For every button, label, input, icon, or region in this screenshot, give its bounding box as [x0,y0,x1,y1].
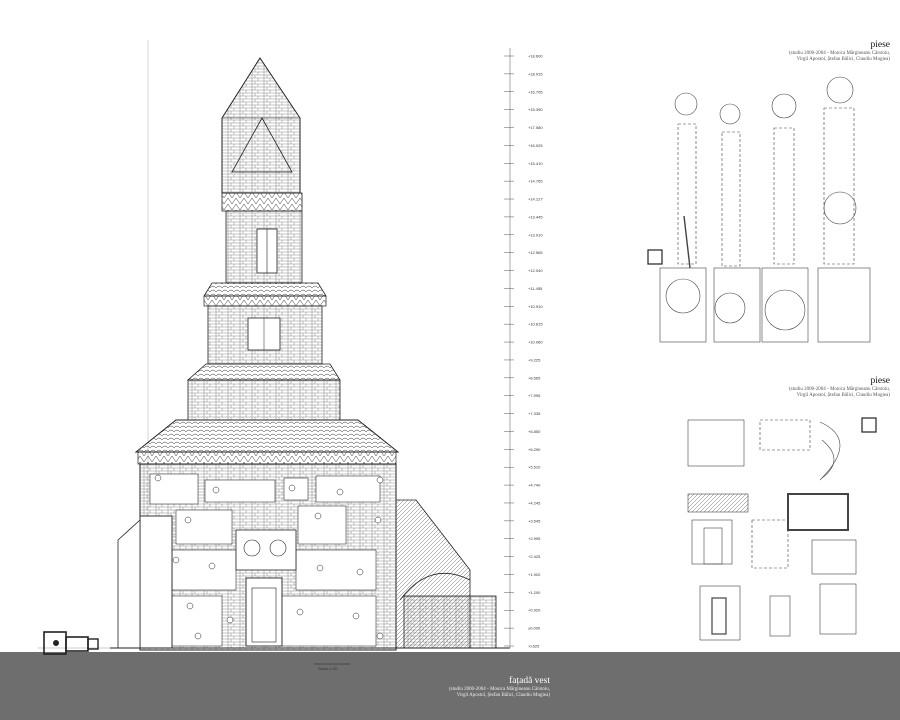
level-label: +15.390 [528,107,543,112]
level-label: +15.410 [528,161,543,166]
level-label: +10.060 [528,340,543,345]
panel-2-title: piese [870,376,890,386]
level-label: +18.600 [528,54,543,59]
tower-spire [221,57,301,194]
level-scale: +18.600 +18.015 +16.705 +15.390 +17.580 +16.0… [504,48,543,649]
main-title: fațadă vest [509,676,550,686]
level-label: +1.200 [528,590,541,595]
level-label: +9.225 [528,357,541,362]
tower-upper [221,192,303,284]
facade-wall [117,463,397,651]
level-label: +4.740 [528,483,541,488]
level-label: +10.910 [528,304,543,309]
level-label: +11.455 [528,286,543,291]
level-label: +4.245 [528,500,541,505]
level-label: +16.025 [528,143,543,148]
level-label: +16.705 [528,89,543,94]
level-label: +17.580 [528,125,543,130]
scale-bar: Scara 1:20 [314,663,350,671]
level-label: +14.127 [528,197,543,202]
level-label: +7.995 [528,393,541,398]
level-label: +0.920 [528,608,541,613]
side-buttress [395,499,497,649]
panel-2-title-block: piese (studiu 2000-2004 - Monica Mărgine… [750,376,890,398]
west-facade-drawing: +18.600 +18.015 +16.705 +15.390 +17.580 +16.0… [38,40,877,671]
drawing-sheet: +18.600 +18.015 +16.705 +15.390 +17.580 +16.0… [0,0,900,720]
panel-1-title: piese [870,40,890,50]
level-label: +6.850 [528,429,541,434]
tower-middle [203,282,327,365]
level-label: +18.015 [528,71,543,76]
level-label: -0.625 [528,644,540,649]
main-title-block: fațadă vest (studiu 2000-2004 - Monica M… [420,676,550,698]
level-label: +14.765 [528,179,543,184]
panel-pieces-plans [687,417,877,641]
main-credits-line-2: Virgil Apostol, Ștefan Bâlici, Claudiu M… [456,692,550,698]
level-label: +1.920 [528,572,541,577]
level-label: +3.545 [528,518,541,523]
level-label: +2.995 [528,536,541,541]
level-label: +6.290 [528,447,541,452]
panel-2-credits-line-2: Virgil Apostol, Ștefan Bâlici, Claudiu M… [796,392,890,398]
tower-base [186,363,341,421]
level-label: +10.615 [528,322,543,327]
level-label: +13.010 [528,232,543,237]
level-label: +2.425 [528,554,541,559]
level-label: +12.565 [528,250,543,255]
main-roof [134,419,400,465]
location-plan [43,631,99,655]
level-label: +12.040 [528,268,543,273]
level-label: +13.445 [528,214,543,219]
level-label: +5.510 [528,465,541,470]
level-label: +8.565 [528,375,541,380]
panel-1-title-block: piese (studiu 2000-2004 - Monica Mărgine… [750,40,890,62]
scale-bar-label: Scara 1:20 [318,666,338,671]
panel-1-credits-line-2: Virgil Apostol, Ștefan Bâlici, Claudiu M… [796,56,890,62]
panel-pieces-columns [647,76,871,343]
level-label: +7.335 [528,411,541,416]
level-label: ±0.000 [528,626,541,631]
